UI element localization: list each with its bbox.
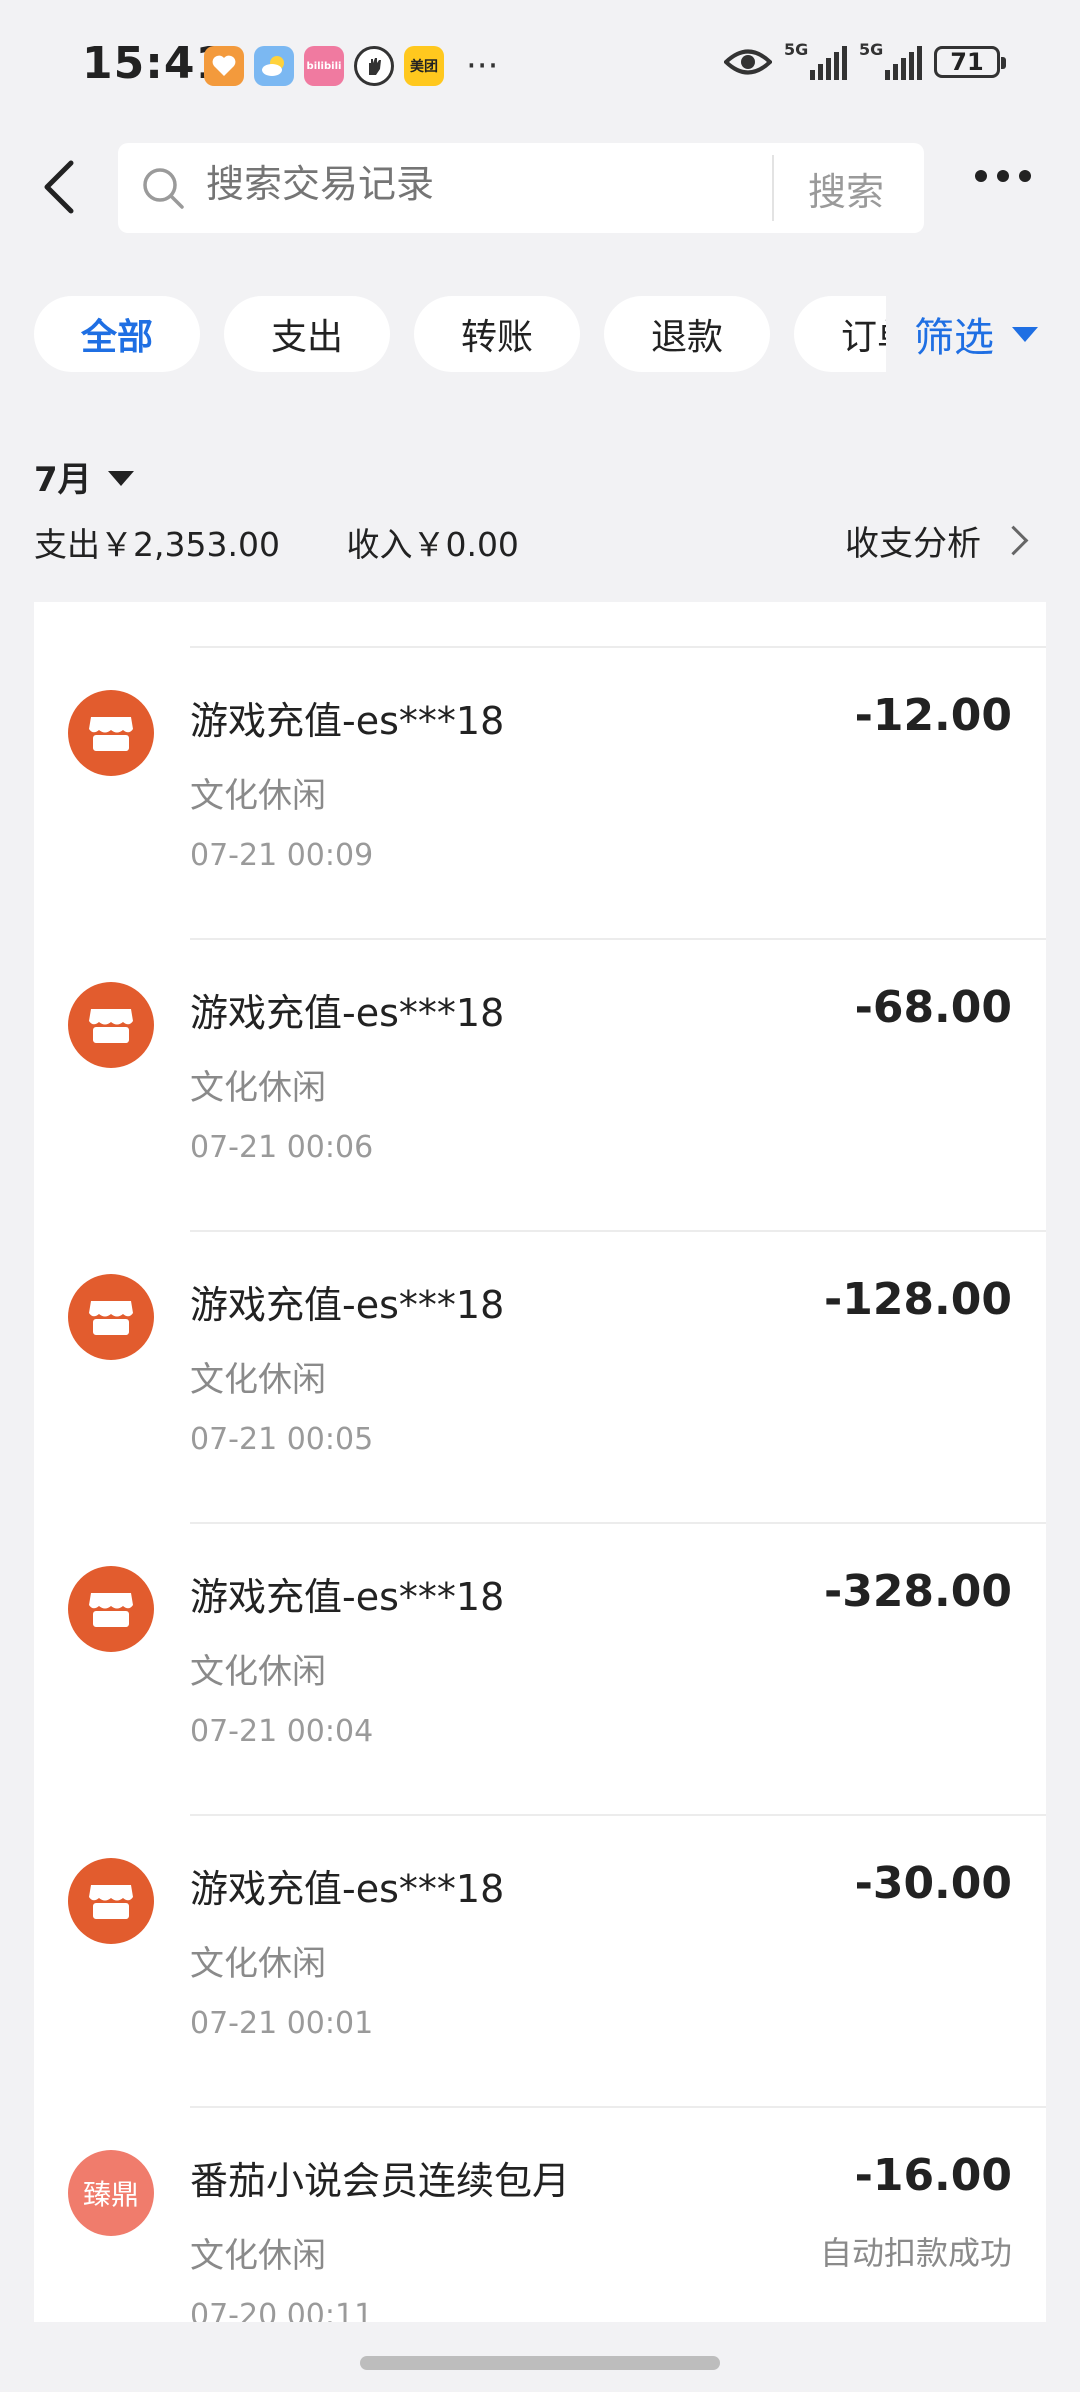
store-icon <box>68 690 154 776</box>
month-summary: 支出￥2,353.00 收入￥0.00 <box>34 518 575 566</box>
month-label: 7月 <box>34 460 92 500</box>
caret-down-icon <box>1012 326 1038 342</box>
search-icon <box>143 168 184 209</box>
chevron-right-icon <box>998 525 1029 556</box>
row-divider <box>190 938 1046 940</box>
transaction-category: 文化休闲 <box>190 1944 326 1984</box>
analysis-link[interactable]: 收支分析 <box>845 516 1029 565</box>
back-button[interactable] <box>28 152 88 222</box>
transaction-status: 自动扣款成功 <box>819 2234 1012 2272</box>
tab-expense[interactable]: 支出 <box>224 296 390 372</box>
filter-button[interactable]: 筛选 <box>886 296 1080 372</box>
battery-icon: 71 <box>934 46 1006 78</box>
store-icon <box>68 1858 154 1944</box>
search-button[interactable]: 搜索 <box>808 161 884 216</box>
heart-app-icon <box>204 46 244 86</box>
transaction-row[interactable]: 游戏充值-es***18 文化休闲 07-21 00:06 -68.00 <box>34 938 1046 1230</box>
row-divider <box>190 2106 1046 2108</box>
bilibili-app-icon: bilibili <box>304 46 344 86</box>
row-divider <box>190 1814 1046 1816</box>
transaction-title: 游戏充值-es***18 <box>190 1867 505 1911</box>
transaction-date: 07-21 00:06 <box>190 1130 374 1165</box>
transaction-row[interactable]: 游戏充值-es***18 文化休闲 07-21 00:05 -128.00 <box>34 1230 1046 1522</box>
signal-2-icon: 5G <box>859 40 922 80</box>
transaction-title: 游戏充值-es***18 <box>190 991 505 1035</box>
transaction-title: 游戏充值-es***18 <box>190 699 505 743</box>
transaction-amount: -328.00 <box>823 1566 1012 1617</box>
status-bar: 15:41 bilibili 美团 ··· 5G 5G 71 <box>0 0 1080 130</box>
transaction-row[interactable]: 臻鼎 番茄小说会员连续包月 文化休闲 07-20 00:11 -16.00 自动… <box>34 2106 1046 2322</box>
transaction-category: 文化休闲 <box>190 1360 326 1400</box>
transaction-date: 07-21 00:01 <box>190 2006 374 2041</box>
tab-refund[interactable]: 退款 <box>604 296 770 372</box>
transaction-amount: -16.00 <box>854 2150 1012 2201</box>
transaction-date: 07-20 00:11 <box>190 2298 374 2322</box>
hand-app-icon <box>354 46 394 86</box>
transaction-amount: -68.00 <box>854 982 1012 1033</box>
home-indicator[interactable] <box>360 2356 720 2370</box>
meituan-app-icon: 美团 <box>404 46 444 86</box>
store-icon <box>68 1274 154 1360</box>
search-input[interactable] <box>204 161 808 207</box>
transaction-title: 番茄小说会员连续包月 <box>190 2159 571 2203</box>
filter-tabs: 全部 支出 转账 退款 订单 <box>34 296 900 372</box>
transaction-category: 文化休闲 <box>190 776 326 816</box>
transaction-amount: -128.00 <box>823 1274 1012 1325</box>
filter-tabs-scroll[interactable]: 全部 支出 转账 退款 订单 <box>0 280 900 390</box>
more-notifications-icon: ··· <box>466 46 499 86</box>
tab-transfer[interactable]: 转账 <box>414 296 580 372</box>
transaction-amount: -30.00 <box>854 1858 1012 1909</box>
transaction-row[interactable]: 游戏充值-es***18 文化休闲 07-21 00:01 -30.00 <box>34 1814 1046 2106</box>
transaction-row[interactable]: 游戏充值-es***18 文化休闲 07-21 00:04 -328.00 <box>34 1522 1046 1814</box>
tab-order[interactable]: 订单 <box>794 296 900 372</box>
transaction-category: 文化休闲 <box>190 2236 326 2276</box>
transaction-date: 07-21 00:05 <box>190 1422 374 1457</box>
store-icon <box>68 982 154 1068</box>
analysis-label: 收支分析 <box>845 524 981 564</box>
store-icon <box>68 1566 154 1652</box>
transaction-date: 07-21 00:04 <box>190 1714 374 1749</box>
chevron-left-icon <box>44 160 74 214</box>
search-box[interactable]: 搜索 <box>118 143 924 233</box>
signal-1-icon: 5G <box>784 40 847 80</box>
system-icons: 5G 5G 71 <box>724 40 1006 80</box>
transaction-list[interactable]: 游戏充值-es***18 文化休闲 07-21 00:09 -12.00 游戏充… <box>34 602 1046 2322</box>
expense-total: 支出￥2,353.00 <box>34 525 280 564</box>
row-divider <box>190 646 1046 648</box>
weather-app-icon <box>254 46 294 86</box>
transaction-category: 文化休闲 <box>190 1068 326 1108</box>
filter-label: 筛选 <box>914 315 994 361</box>
more-options-icon[interactable] <box>975 170 1031 182</box>
caret-down-icon <box>107 471 134 486</box>
row-divider <box>190 1230 1046 1232</box>
tab-all[interactable]: 全部 <box>34 296 200 372</box>
notification-icons: bilibili 美团 ··· <box>204 46 498 86</box>
transaction-title: 游戏充值-es***18 <box>190 1575 505 1619</box>
merchant-logo-avatar: 臻鼎 <box>68 2150 154 2236</box>
income-total: 收入￥0.00 <box>346 525 519 564</box>
transaction-title: 游戏充值-es***18 <box>190 1283 505 1327</box>
transaction-row[interactable]: 游戏充值-es***18 文化休闲 07-21 00:09 -12.00 <box>34 646 1046 938</box>
transaction-category: 文化休闲 <box>190 1652 326 1692</box>
row-divider <box>190 1522 1046 1524</box>
eye-icon <box>724 49 772 75</box>
search-divider <box>772 155 774 221</box>
transaction-amount: -12.00 <box>854 690 1012 741</box>
transaction-date: 07-21 00:09 <box>190 838 374 873</box>
month-selector[interactable]: 7月 <box>34 452 134 501</box>
